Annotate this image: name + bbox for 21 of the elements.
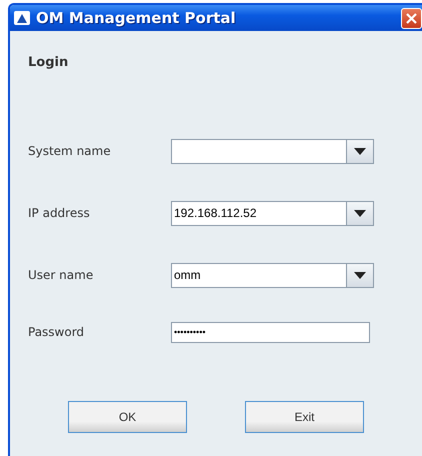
section-heading: Login: [28, 55, 70, 70]
password-field[interactable]: ••••••••••: [171, 322, 370, 342]
caret-icon: [354, 210, 366, 216]
dropdown-button[interactable]: [346, 138, 374, 164]
app-icon: [14, 11, 30, 25]
combo-field[interactable]: omm: [171, 262, 346, 288]
combo-field[interactable]: [171, 138, 346, 164]
field-label: User name: [28, 268, 94, 282]
combo-field[interactable]: 192.168.112.52: [171, 200, 346, 226]
dialog-button[interactable]: Exit: [245, 401, 364, 433]
dialog-button[interactable]: OK: [68, 401, 187, 433]
field-label: IP address: [28, 206, 91, 220]
close-icon: [405, 12, 418, 24]
window-title: OM Management Portal: [36, 9, 237, 27]
caret-icon: [354, 148, 366, 154]
field-label: Password: [28, 325, 86, 339]
dropdown-button[interactable]: [346, 262, 374, 288]
dropdown-button[interactable]: [346, 200, 374, 226]
close-button[interactable]: [401, 8, 422, 28]
caret-icon: [354, 272, 366, 278]
field-label: System name: [28, 144, 112, 158]
